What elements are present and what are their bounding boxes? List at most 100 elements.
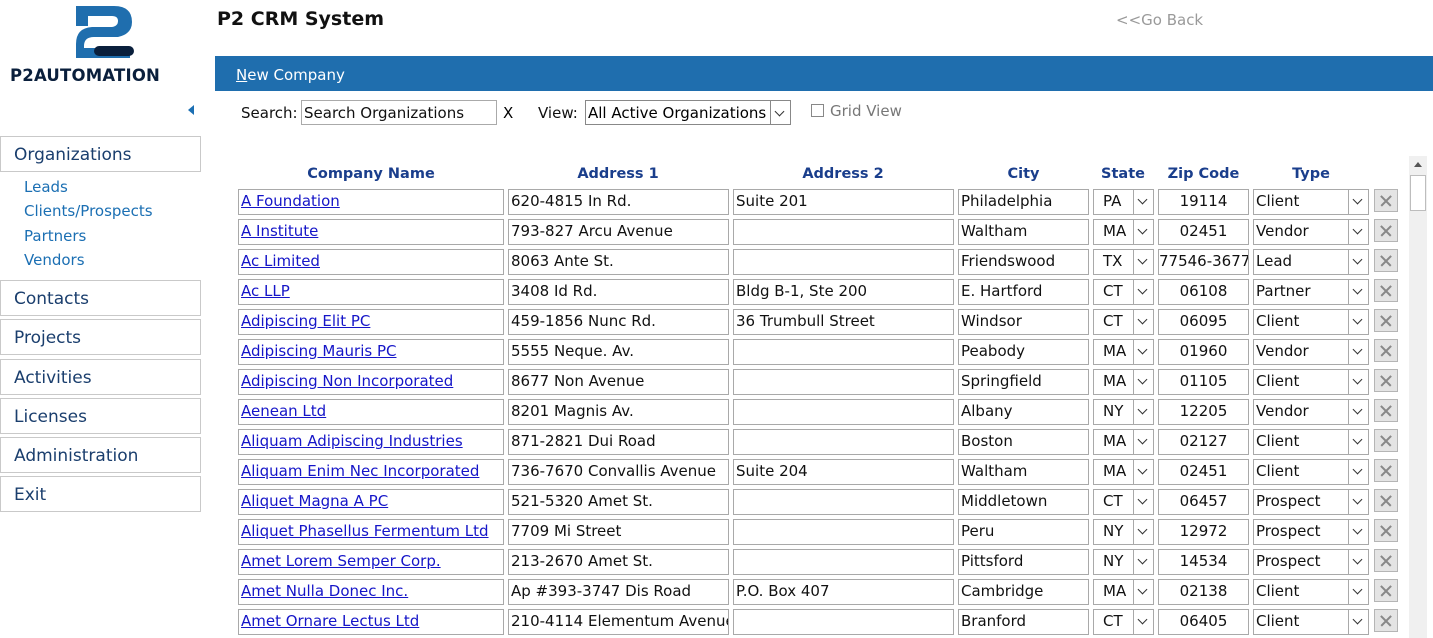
city-field[interactable]: Windsor [958, 309, 1089, 335]
company-name-link[interactable]: Ac Limited [238, 249, 504, 275]
type-select[interactable]: Client [1253, 429, 1369, 455]
zip-field[interactable]: 77546-3677 [1158, 249, 1249, 275]
state-select[interactable]: MA [1093, 429, 1154, 455]
type-select[interactable]: Client [1253, 369, 1369, 395]
delete-row-icon[interactable] [1374, 519, 1398, 542]
company-name-link[interactable]: Amet Nulla Donec Inc. [238, 579, 504, 605]
chevron-down-icon[interactable] [1133, 430, 1153, 454]
address1-field[interactable]: 5555 Neque. Av. [508, 339, 729, 365]
new-company-link[interactable]: New Company [236, 66, 345, 84]
zip-field[interactable]: 14534 [1158, 549, 1249, 575]
address1-field[interactable]: 620-4815 In Rd. [508, 189, 729, 215]
chevron-down-icon[interactable] [770, 101, 790, 124]
address2-field[interactable] [733, 399, 954, 425]
city-field[interactable]: Philadelphia [958, 189, 1089, 215]
zip-field[interactable]: 06095 [1158, 309, 1249, 335]
zip-field[interactable]: 01105 [1158, 369, 1249, 395]
address2-field[interactable] [733, 219, 954, 245]
zip-field[interactable]: 12972 [1158, 519, 1249, 545]
state-select[interactable]: MA [1093, 219, 1154, 245]
clear-search-button[interactable]: X [503, 104, 513, 122]
city-field[interactable]: Friendswood [958, 249, 1089, 275]
chevron-down-icon[interactable] [1133, 550, 1153, 574]
view-select[interactable]: All Active Organizations [585, 100, 791, 125]
type-select[interactable]: Client [1253, 189, 1369, 215]
address1-field[interactable]: 210-4114 Elementum Avenue [508, 609, 729, 635]
zip-field[interactable]: 02451 [1158, 219, 1249, 245]
chevron-down-icon[interactable] [1133, 580, 1153, 604]
address1-field[interactable]: 459-1856 Nunc Rd. [508, 309, 729, 335]
chevron-down-icon[interactable] [1133, 220, 1153, 244]
city-field[interactable]: Branford [958, 609, 1089, 635]
delete-row-icon[interactable] [1374, 219, 1398, 242]
chevron-down-icon[interactable] [1348, 370, 1368, 394]
state-select[interactable]: CT [1093, 489, 1154, 515]
delete-row-icon[interactable] [1374, 249, 1398, 272]
state-select[interactable]: MA [1093, 339, 1154, 365]
scroll-thumb[interactable] [1410, 175, 1426, 211]
company-name-link[interactable]: Ac LLP [238, 279, 504, 305]
delete-row-icon[interactable] [1374, 369, 1398, 392]
address1-field[interactable]: 7709 Mi Street [508, 519, 729, 545]
address1-field[interactable]: 521-5320 Amet St. [508, 489, 729, 515]
type-select[interactable]: Lead [1253, 249, 1369, 275]
address2-field[interactable] [733, 609, 954, 635]
chevron-down-icon[interactable] [1348, 610, 1368, 634]
address1-field[interactable]: 871-2821 Dui Road [508, 429, 729, 455]
delete-row-icon[interactable] [1374, 579, 1398, 602]
delete-row-icon[interactable] [1374, 609, 1398, 632]
type-select[interactable]: Client [1253, 309, 1369, 335]
address2-field[interactable]: Bldg B-1, Ste 200 [733, 279, 954, 305]
delete-row-icon[interactable] [1374, 189, 1398, 212]
chevron-down-icon[interactable] [1133, 280, 1153, 304]
address2-field[interactable] [733, 519, 954, 545]
address2-field[interactable] [733, 489, 954, 515]
city-field[interactable]: Pittsford [958, 549, 1089, 575]
city-field[interactable]: Boston [958, 429, 1089, 455]
chevron-down-icon[interactable] [1348, 310, 1368, 334]
company-name-link[interactable]: Adipiscing Non Incorporated [238, 369, 504, 395]
chevron-down-icon[interactable] [1348, 340, 1368, 364]
company-name-link[interactable]: Amet Ornare Lectus Ltd [238, 609, 504, 635]
city-field[interactable]: E. Hartford [958, 279, 1089, 305]
type-select[interactable]: Client [1253, 609, 1369, 635]
city-field[interactable]: Springfield [958, 369, 1089, 395]
address2-field[interactable] [733, 339, 954, 365]
address2-field[interactable]: 36 Trumbull Street [733, 309, 954, 335]
address1-field[interactable]: 793-827 Arcu Avenue [508, 219, 729, 245]
zip-field[interactable]: 02138 [1158, 579, 1249, 605]
company-name-link[interactable]: A Foundation [238, 189, 504, 215]
chevron-down-icon[interactable] [1133, 340, 1153, 364]
address2-field[interactable] [733, 369, 954, 395]
address1-field[interactable]: 213-2670 Amet St. [508, 549, 729, 575]
address2-field[interactable] [733, 429, 954, 455]
address1-field[interactable]: Ap #393-3747 Dis Road [508, 579, 729, 605]
company-name-link[interactable]: Aenean Ltd [238, 399, 504, 425]
address1-field[interactable]: 8201 Magnis Av. [508, 399, 729, 425]
chevron-down-icon[interactable] [1133, 460, 1153, 484]
city-field[interactable]: Waltham [958, 219, 1089, 245]
search-input[interactable] [301, 100, 497, 125]
delete-row-icon[interactable] [1374, 549, 1398, 572]
grid-view-checkbox[interactable] [811, 104, 824, 117]
city-field[interactable]: Middletown [958, 489, 1089, 515]
company-name-link[interactable]: Aliquet Phasellus Fermentum Ltd [238, 519, 504, 545]
chevron-down-icon[interactable] [1133, 610, 1153, 634]
city-field[interactable]: Peabody [958, 339, 1089, 365]
chevron-down-icon[interactable] [1133, 490, 1153, 514]
state-select[interactable]: MA [1093, 579, 1154, 605]
state-select[interactable]: NY [1093, 399, 1154, 425]
chevron-down-icon[interactable] [1133, 310, 1153, 334]
zip-field[interactable]: 12205 [1158, 399, 1249, 425]
address1-field[interactable]: 3408 Id Rd. [508, 279, 729, 305]
address2-field[interactable]: Suite 201 [733, 189, 954, 215]
state-select[interactable]: NY [1093, 519, 1154, 545]
delete-row-icon[interactable] [1374, 309, 1398, 332]
chevron-down-icon[interactable] [1348, 460, 1368, 484]
state-select[interactable]: MA [1093, 369, 1154, 395]
type-select[interactable]: Vendor [1253, 339, 1369, 365]
state-select[interactable]: CT [1093, 609, 1154, 635]
address2-field[interactable] [733, 549, 954, 575]
chevron-down-icon[interactable] [1348, 400, 1368, 424]
zip-field[interactable]: 19114 [1158, 189, 1249, 215]
